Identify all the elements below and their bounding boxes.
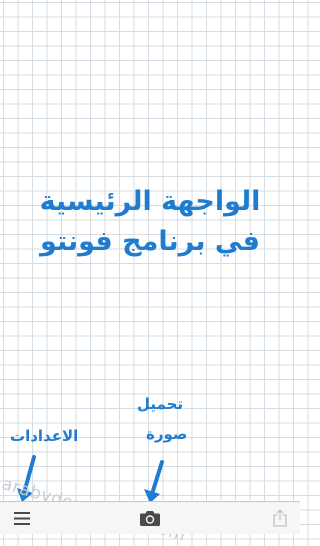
- headline-line-2: في برنامج فونتو: [40, 226, 260, 257]
- share-button[interactable]: [266, 502, 294, 534]
- grid-canvas[interactable]: الواجهة الرئيسية في برنامج فونتو الاعداد…: [0, 0, 300, 546]
- arrow-to-camera-icon: [144, 460, 164, 503]
- camera-button[interactable]: [135, 502, 165, 534]
- upload-annotation-line-2: صورة: [146, 425, 188, 443]
- upload-annotation-line-1: تحميل: [137, 395, 184, 413]
- menu-button[interactable]: [8, 502, 36, 534]
- headline-line-1: الواجهة الرئيسية: [39, 186, 261, 217]
- camera-icon: [140, 510, 160, 526]
- hamburger-menu-icon: [14, 511, 30, 525]
- settings-annotation: الاعدادات: [10, 427, 79, 445]
- share-icon: [273, 509, 287, 527]
- bottom-toolbar: [0, 501, 300, 534]
